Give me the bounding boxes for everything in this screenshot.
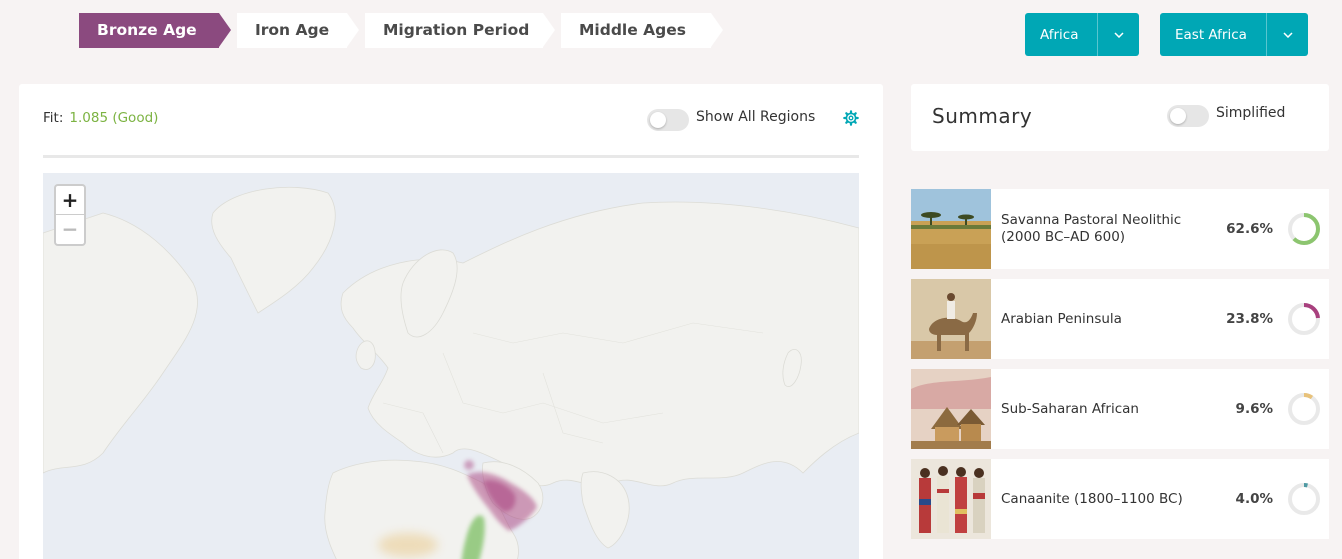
ancestry-percent: 4.0% — [1235, 491, 1273, 507]
donut-ring — [1288, 483, 1320, 515]
list-item[interactable]: Sub-Saharan African 9.6% — [911, 369, 1329, 449]
ancestry-percent: 9.6% — [1235, 401, 1273, 417]
fit-score: Fit: 1.085 (Good) — [43, 110, 158, 126]
map-panel: Fit: 1.085 (Good) Show All Regions + − — [19, 84, 883, 559]
ancestry-percent: 62.6% — [1226, 221, 1273, 237]
canaanite-region — [464, 460, 474, 470]
ancestry-list: Savanna Pastoral Neolithic (2000 BC–AD 6… — [911, 189, 1329, 549]
crumb-iron-age[interactable]: Iron Age — [237, 13, 359, 48]
summary-header: Summary Simplified — [911, 84, 1329, 151]
list-item[interactable]: Savanna Pastoral Neolithic (2000 BC–AD 6… — [911, 189, 1329, 269]
zoom-control: + − — [54, 184, 86, 246]
sub-saharan-region — [378, 533, 438, 557]
ancestry-percent: 23.8% — [1226, 311, 1273, 327]
ancestry-name: Sub-Saharan African — [1001, 400, 1139, 417]
donut-track — [1288, 483, 1320, 515]
zoom-out-button[interactable]: − — [56, 215, 84, 244]
crumb-middle-ages[interactable]: Middle Ages — [561, 13, 723, 48]
region-select[interactable]: East Africa — [1160, 13, 1308, 56]
world-map[interactable]: + − — [43, 173, 859, 559]
donut-ring — [1288, 393, 1320, 425]
breadcrumb: Bronze Age Iron Age Migration Period Mid… — [79, 13, 729, 48]
ancestry-name: Canaanite (1800–1100 BC) — [1001, 490, 1183, 507]
continent-select[interactable]: Africa — [1025, 13, 1139, 56]
region-select-value: East Africa — [1175, 26, 1247, 43]
panel-divider — [43, 155, 859, 158]
donut-track — [1288, 393, 1320, 425]
continent-select-value: Africa — [1040, 26, 1079, 43]
list-item[interactable]: Arabian Peninsula 23.8% — [911, 279, 1329, 359]
sub-saharan-thumbnail — [911, 369, 991, 449]
list-item[interactable]: Canaanite (1800–1100 BC) 4.0% — [911, 459, 1329, 539]
donut-ring — [1288, 303, 1320, 335]
crumb-bronze-age[interactable]: Bronze Age — [79, 13, 231, 48]
summary-title: Summary — [932, 104, 1033, 128]
ancestry-name: Savanna Pastoral Neolithic (2000 BC–AD 6… — [1001, 212, 1182, 245]
arabian-thumbnail — [911, 279, 991, 359]
donut-ring — [1288, 213, 1320, 245]
zoom-in-button[interactable]: + — [56, 186, 84, 215]
show-all-regions-label: Show All Regions — [696, 109, 816, 125]
crumb-migration-period[interactable]: Migration Period — [365, 13, 555, 48]
toggle-knob — [1170, 108, 1186, 124]
fit-value: 1.085 (Good) — [69, 110, 159, 126]
ancestry-name: Arabian Peninsula — [1001, 310, 1122, 327]
gear-icon[interactable] — [843, 110, 859, 126]
fit-label: Fit: — [43, 110, 64, 126]
simplified-label: Simplified — [1216, 105, 1286, 121]
canaanite-thumbnail — [911, 459, 991, 539]
toggle-knob — [650, 112, 666, 128]
chevron-down-icon[interactable] — [1097, 13, 1139, 56]
savanna-thumbnail — [911, 189, 991, 269]
map-canvas — [43, 186, 859, 559]
simplified-toggle[interactable] — [1167, 105, 1209, 127]
chevron-down-icon[interactable] — [1266, 13, 1308, 56]
show-all-regions-toggle[interactable] — [647, 109, 689, 131]
